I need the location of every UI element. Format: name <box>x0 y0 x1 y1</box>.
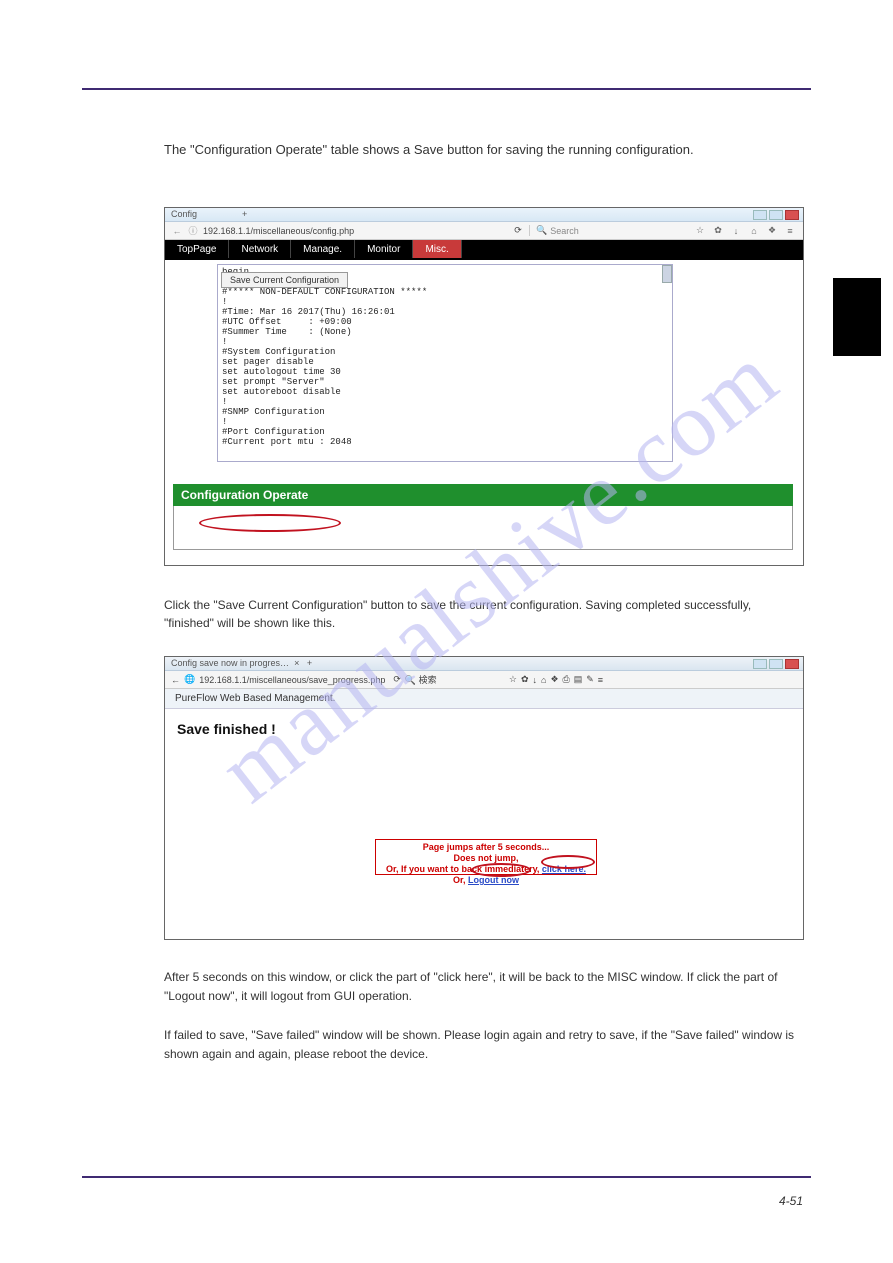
mid-text: Click the "Save Current Configuration" b… <box>164 596 793 632</box>
save-config-button[interactable]: Save Current Configuration <box>221 272 348 288</box>
close-icon[interactable] <box>785 210 799 220</box>
config-operate-header: Configuration Operate <box>173 484 793 506</box>
content-area: begin ! #***** NON-DEFAULT CONFIGURATION… <box>165 260 803 530</box>
redirect-line4: Or, Logout now <box>380 875 592 886</box>
search-icon-2: 🔍 <box>405 675 416 685</box>
post-p2: If failed to save, "Save failed" window … <box>164 1026 808 1064</box>
home-icon[interactable]: ⌂ <box>747 226 761 236</box>
minimize-icon-2[interactable] <box>753 659 767 669</box>
new-tab-button-2[interactable]: + <box>307 658 312 668</box>
menu-network[interactable]: Network <box>229 240 291 258</box>
search-placeholder: Search <box>550 226 579 236</box>
click-here-link[interactable]: click here. <box>542 864 586 874</box>
back-icon[interactable]: ← <box>171 226 183 236</box>
menu-monitor[interactable]: Monitor <box>355 240 413 258</box>
scrollbar-thumb[interactable] <box>662 265 672 283</box>
post-p1: After 5 seconds on this window, or click… <box>164 968 808 1006</box>
menu-manage[interactable]: Manage. <box>291 240 355 258</box>
search-icon: 🔍 <box>536 225 547 236</box>
logout-now-link[interactable]: Logout now <box>468 875 519 885</box>
info-icon[interactable]: ⓘ <box>187 224 199 237</box>
minimize-icon[interactable] <box>753 210 767 220</box>
address-bar: ← ⓘ 192.168.1.1/miscellaneous/config.php… <box>165 222 803 240</box>
side-tab <box>833 278 881 356</box>
pureflow-header: PureFlow Web Based Management. <box>165 689 803 709</box>
pocket-icon-2[interactable]: ✿ <box>521 674 529 685</box>
save-finished-text: Save finished ! <box>177 721 276 737</box>
download-icon-2[interactable]: ↓ <box>533 675 538 685</box>
redirect-line3: Or, If you want to back immediatery, cli… <box>380 864 592 875</box>
star-icon[interactable]: ☆ <box>693 225 707 236</box>
menu-icon-2[interactable]: ≡ <box>598 675 603 685</box>
pocket-icon[interactable]: ✿ <box>711 225 725 236</box>
address-bar-2: ← 🌐 192.168.1.1/miscellaneous/save_progr… <box>165 671 803 689</box>
menu-misc[interactable]: Misc. <box>413 240 461 258</box>
reload-icon[interactable]: ⟳ <box>511 225 525 236</box>
bottom-rule <box>82 1176 811 1178</box>
url-field[interactable]: 192.168.1.1/miscellaneous/config.php <box>203 226 354 236</box>
menu-icon[interactable]: ≡ <box>783 226 797 236</box>
screenshot-save-finished: Config save now in progres… × + ← 🌐 192.… <box>164 656 804 940</box>
search-box-2[interactable]: 🔍 検索 <box>405 673 505 686</box>
close-icon-2[interactable] <box>785 659 799 669</box>
maximize-icon-2[interactable] <box>769 659 783 669</box>
redirect-line1: Page jumps after 5 seconds... <box>380 842 592 853</box>
edit-icon[interactable]: ✎ <box>586 674 594 685</box>
browser-tab-2[interactable]: Config save now in progres… <box>171 658 289 668</box>
shield-icon-2[interactable]: ❖ <box>550 674 558 685</box>
config-operate-panel <box>173 506 793 550</box>
menu-toppage[interactable]: TopPage <box>165 240 229 258</box>
save-finished-body: Save finished ! Page jumps after 5 secon… <box>165 709 803 919</box>
page-number: 4-51 <box>779 1194 803 1208</box>
print-icon[interactable]: ⎙ <box>563 674 570 685</box>
redirect-line2: Does not jump, <box>380 853 592 864</box>
search-placeholder-2: 検索 <box>419 675 437 685</box>
new-tab-button[interactable]: + <box>242 209 247 219</box>
config-textarea[interactable]: begin ! #***** NON-DEFAULT CONFIGURATION… <box>217 264 673 462</box>
browser-tabbar: Config + <box>165 208 803 222</box>
home-icon-2[interactable]: ⌂ <box>541 675 546 685</box>
search-box[interactable]: 🔍 Search <box>529 225 689 236</box>
back-icon-2[interactable]: ← <box>171 675 180 685</box>
download-icon[interactable]: ↓ <box>729 226 743 236</box>
url-field-2[interactable]: 192.168.1.1/miscellaneous/save_progress.… <box>199 675 385 685</box>
maximize-icon[interactable] <box>769 210 783 220</box>
screenshot-config: Config + ← ⓘ 192.168.1.1/miscellaneous/c… <box>164 207 804 566</box>
redirect-message-box: Page jumps after 5 seconds... Does not j… <box>375 839 597 875</box>
post-text: After 5 seconds on this window, or click… <box>164 968 808 1064</box>
reload-icon-2[interactable]: ⟳ <box>393 674 401 685</box>
tab-close-icon[interactable]: × <box>294 658 299 668</box>
browser-tab[interactable]: Config <box>171 209 197 219</box>
shield-icon[interactable]: ❖ <box>765 225 779 236</box>
intro-text: The "Configuration Operate" table shows … <box>164 142 694 157</box>
globe-icon[interactable]: 🌐 <box>184 674 195 685</box>
browser-tabbar-2: Config save now in progres… × + <box>165 657 803 671</box>
nav-menubar: TopPage Network Manage. Monitor Misc. <box>165 240 803 260</box>
grid-icon[interactable]: ▤ <box>574 674 583 685</box>
top-rule <box>82 88 811 90</box>
star-icon-2[interactable]: ☆ <box>509 674 517 685</box>
